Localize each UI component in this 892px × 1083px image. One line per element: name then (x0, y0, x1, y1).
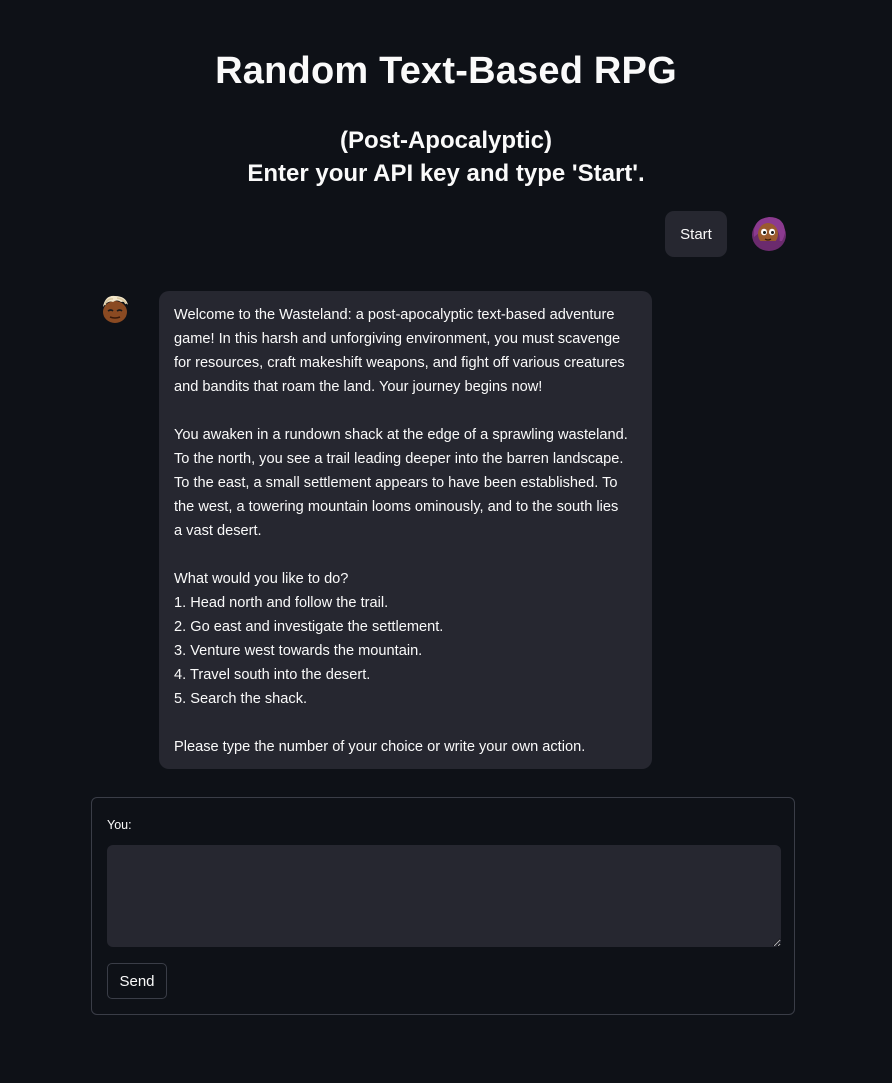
message-input[interactable] (107, 845, 781, 947)
bot-line: You awaken in a rundown shack at the edg… (174, 427, 628, 443)
choice-item: 3. Venture west towards the mountain. (174, 643, 423, 659)
choice-item: 1. Head north and follow the trail. (174, 595, 389, 611)
bot-line: game! In this harsh and unforgiving envi… (174, 331, 621, 347)
page-subtitle: (Post-Apocalyptic) Enter your API key an… (0, 124, 892, 190)
bot-line: a vast desert. (174, 523, 262, 539)
bot-avatar-icon (103, 295, 128, 323)
subtitle-line-1: (Post-Apocalyptic) (339, 127, 552, 154)
subtitle-line-2: Enter your API key and type 'Start'. (247, 160, 645, 187)
bot-line: and bandits that roam the land. Your jou… (174, 379, 543, 395)
bot-line: To the east, a small settlement appears … (174, 475, 618, 491)
page-title: Random Text-Based RPG (215, 50, 677, 92)
user-avatar-icon (752, 217, 786, 251)
bot-message-bubble: Welcome to the Wasteland: a post-apocaly… (159, 291, 652, 769)
user-message-text: Start (680, 225, 712, 243)
app-page: Random Text-Based RPG (Post-Apocalyptic)… (0, 0, 892, 1083)
send-button[interactable]: Send (107, 963, 167, 999)
choice-item: 5. Search the shack. (174, 691, 308, 707)
bot-line: for resources, craft makeshift weapons, … (174, 355, 625, 371)
chat-input-form: You: Send (91, 797, 795, 1015)
bot-line: Welcome to the Wasteland: a post-apocaly… (174, 307, 615, 323)
bot-line: To the north, you see a trail leading de… (174, 451, 624, 467)
choice-item: 4. Travel south into the desert. (174, 667, 371, 683)
user-message-bubble: Start (665, 211, 727, 257)
input-label: You: (107, 818, 132, 832)
bot-line: the west, a towering mountain looms omin… (174, 499, 619, 515)
choice-item: 2. Go east and investigate the settlemen… (174, 619, 444, 635)
bot-line: Please type the number of your choice or… (174, 739, 586, 755)
bot-line: What would you like to do? (174, 571, 349, 587)
